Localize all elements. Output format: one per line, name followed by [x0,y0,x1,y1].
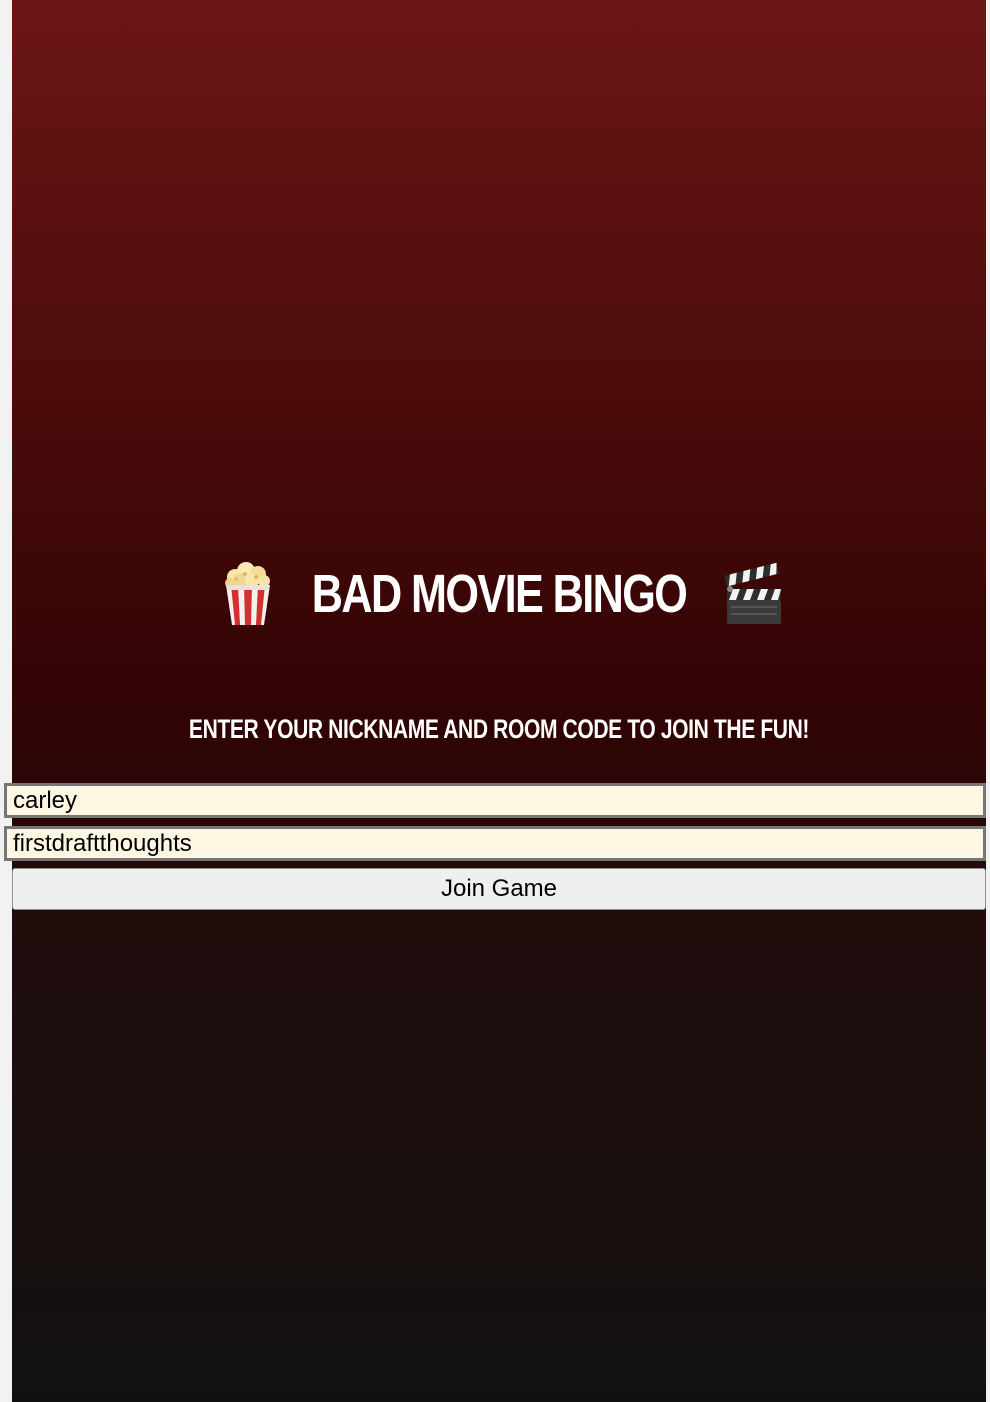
page-title: BAD MOVIE BINGO [311,564,688,624]
popcorn-icon [219,561,277,627]
clapper-board-icon [721,561,782,627]
join-instructions: ENTER YOUR NICKNAME AND ROOM CODE TO JOI… [188,714,810,744]
nickname-input[interactable] [4,783,986,818]
page-background: BAD MOVIE BINGO ENTER YOUR NICKNAME AND … [12,0,986,1402]
join-game-button[interactable]: Join Game [12,868,986,910]
room-code-input[interactable] [4,826,986,861]
header: BAD MOVIE BINGO [12,556,986,632]
